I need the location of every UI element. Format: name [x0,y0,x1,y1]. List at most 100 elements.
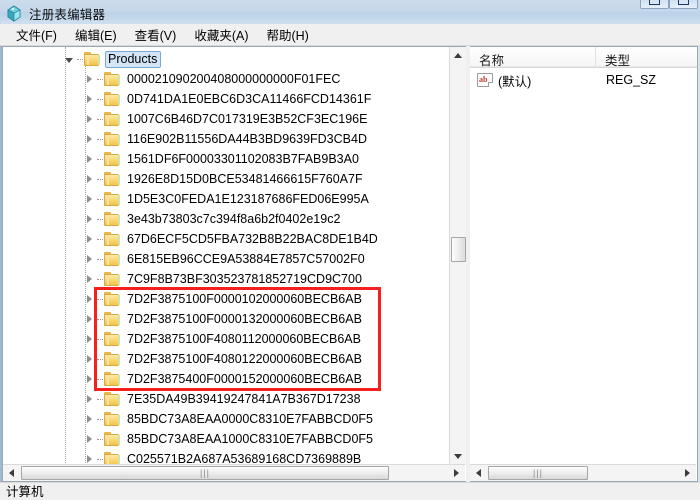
tree-node[interactable]: 67D6ECF5CD5FBA732B8B22BAC8DE1B4D [3,229,443,249]
tree-node[interactable]: 1007C6B46D7C017319E3B52CF3EC196E [3,109,443,129]
tree-node-label[interactable]: 7D2F3875100F0000132000060BECB6AB [125,311,365,328]
maximize-button[interactable] [669,0,698,9]
value-horizontal-scrollbar[interactable]: ||| [470,464,696,481]
scroll-up-arrow-icon[interactable] [450,47,466,64]
tree-node-list: Products 000021090200408000000000F01FEC 0D… [3,47,443,465]
client-area: Products 000021090200408000000000F01FEC 0D… [2,46,698,482]
registry-tree[interactable]: Products 000021090200408000000000F01FEC 0D… [3,47,443,465]
tree-node[interactable]: 1561DF6F00003301102083B7FAB9B3A0 [3,149,443,169]
title-bar[interactable]: 注册表编辑器 [0,0,700,24]
scroll-grip-icon: ||| [532,468,543,478]
tree-node-label[interactable]: 116E902B11556DA44B3BD9639FD3CB4D [125,131,370,148]
tree-node[interactable]: 1D5E3C0FEDA1E123187686FED06E995A [3,189,443,209]
tree-connector [97,78,103,80]
tree-vertical-scroll-thumb[interactable] [451,237,466,262]
tree-node-label[interactable]: 67D6ECF5CD5FBA732B8B22BAC8DE1B4D [125,231,381,248]
chevron-right-icon[interactable] [81,409,97,429]
folder-icon [104,152,121,166]
tree-node[interactable]: 7D2F3875100F4080112000060BECB6AB [3,329,443,349]
tree-node-label[interactable]: 7D2F3875100F4080122000060BECB6AB [125,351,365,368]
column-header-type[interactable]: 类型 [596,47,697,68]
chevron-right-icon[interactable] [81,429,97,449]
value-row[interactable]: ab (默认) REG_SZ [470,70,697,90]
tree-node-label[interactable]: 6E815EB96CCE9A53884E7857C57002F0 [125,251,368,268]
tree-node-label[interactable]: 7E35DA49B39419247841A7B367D17238 [125,391,364,408]
tree-node[interactable]: 85BDC73A8EAA1000C8310E7FABBCD0F5 [3,429,443,449]
menu-edit[interactable]: 编辑(E) [66,23,126,47]
tree-node-label[interactable]: 000021090200408000000000F01FEC [125,71,343,88]
chevron-right-icon[interactable] [81,129,97,149]
tree-node[interactable]: 7D2F3875100F0000102000060BECB6AB [3,289,443,309]
tree-node-label[interactable]: 7C9F8B73BF303523781852719CD9C700 [125,271,365,288]
tree-node[interactable]: 0D741DA1E0EBC6D3CA11466FCD14361F [3,89,443,109]
tree-vertical-scrollbar[interactable] [449,47,466,465]
tree-node-label[interactable]: 7D2F3875100F0000102000060BECB6AB [125,291,365,308]
chevron-right-icon[interactable] [81,89,97,109]
tree-node-label[interactable]: 1D5E3C0FEDA1E123187686FED06E995A [125,191,372,208]
menu-favorites[interactable]: 收藏夹(A) [185,23,257,47]
chevron-right-icon[interactable] [81,449,97,465]
tree-node-label[interactable]: 3e43b73803c7c394f8a6b2f0402e19c2 [125,211,343,228]
tree-node[interactable]: 7C9F8B73BF303523781852719CD9C700 [3,269,443,289]
tree-node[interactable]: 1926E8D15D0BCE53481466615F760A7F [3,169,443,189]
registry-tree-pane[interactable]: Products 000021090200408000000000F01FEC 0D… [2,46,466,482]
tree-node[interactable]: 7D2F3875100F0000132000060BECB6AB [3,309,443,329]
menu-view[interactable]: 查看(V) [126,23,186,47]
menu-help[interactable]: 帮助(H) [257,23,317,47]
chevron-right-icon[interactable] [81,209,97,229]
chevron-right-icon[interactable] [81,289,97,309]
tree-node-label[interactable]: 7D2F3875400F0000152000060BECB6AB [125,371,365,388]
minimize-button[interactable] [640,0,669,9]
tree-node-label[interactable]: 7D2F3875100F4080112000060BECB6AB [125,331,364,348]
tree-connector [97,178,103,180]
tree-node-label[interactable]: 85BDC73A8EAA1000C8310E7FABBCD0F5 [125,431,376,448]
scroll-left-arrow-icon[interactable] [470,465,487,481]
tree-horizontal-scrollbar[interactable]: ||| [3,464,465,481]
folder-icon [104,112,121,126]
scroll-right-arrow-icon[interactable] [448,465,465,481]
chevron-right-icon[interactable] [81,169,97,189]
chevron-right-icon[interactable] [81,309,97,329]
tree-node[interactable]: 000021090200408000000000F01FEC [3,69,443,89]
chevron-right-icon[interactable] [81,189,97,209]
chevron-right-icon[interactable] [81,69,97,89]
value-horizontal-scroll-thumb[interactable]: ||| [488,466,588,480]
tree-node-label[interactable]: C025571B2A687A53689168CD7369889B [125,451,364,466]
tree-node-label[interactable]: 0D741DA1E0EBC6D3CA11466FCD14361F [125,91,374,108]
chevron-right-icon[interactable] [81,109,97,129]
chevron-right-icon[interactable] [81,349,97,369]
folder-icon [104,92,121,106]
chevron-right-icon[interactable] [81,269,97,289]
tree-node-root[interactable]: Products [3,49,443,69]
tree-node[interactable]: 7D2F3875400F0000152000060BECB6AB [3,369,443,389]
chevron-right-icon[interactable] [81,329,97,349]
chevron-right-icon[interactable] [81,149,97,169]
tree-node[interactable]: 3e43b73803c7c394f8a6b2f0402e19c2 [3,209,443,229]
tree-node-label[interactable]: 1926E8D15D0BCE53481466615F760A7F [125,171,366,188]
chevron-down-icon[interactable] [61,49,77,69]
tree-node-label[interactable]: Products [105,50,162,68]
window-controls[interactable] [640,0,698,9]
tree-node[interactable]: 7D2F3875100F4080122000060BECB6AB [3,349,443,369]
chevron-right-icon[interactable] [81,229,97,249]
tree-node-label[interactable]: 85BDC73A8EAA0000C8310E7FABBCD0F5 [125,411,376,428]
tree-node[interactable]: 7E35DA49B39419247841A7B367D17238 [3,389,443,409]
chevron-right-icon[interactable] [81,249,97,269]
tree-node-label[interactable]: 1561DF6F00003301102083B7FAB9B3A0 [125,151,362,168]
tree-node[interactable]: 85BDC73A8EAA0000C8310E7FABBCD0F5 [3,409,443,429]
menu-file[interactable]: 文件(F) [7,23,66,47]
tree-node[interactable]: C025571B2A687A53689168CD7369889B [3,449,443,465]
scroll-right-arrow-icon[interactable] [679,465,696,481]
folder-icon [104,212,121,226]
column-header-name[interactable]: 名称 [470,47,596,68]
registry-value-pane[interactable]: 名称 类型 ab (默认) REG_SZ ||| [470,46,698,482]
tree-node-label[interactable]: 1007C6B46D7C017319E3B52CF3EC196E [125,111,370,128]
tree-node[interactable]: 6E815EB96CCE9A53884E7857C57002F0 [3,249,443,269]
chevron-right-icon[interactable] [81,389,97,409]
scroll-down-arrow-icon[interactable] [450,448,466,465]
tree-node[interactable]: 116E902B11556DA44B3BD9639FD3CB4D [3,129,443,149]
tree-horizontal-scroll-thumb[interactable]: ||| [21,466,389,480]
value-name: (默认) [498,74,532,89]
scroll-left-arrow-icon[interactable] [3,465,20,481]
chevron-right-icon[interactable] [81,369,97,389]
